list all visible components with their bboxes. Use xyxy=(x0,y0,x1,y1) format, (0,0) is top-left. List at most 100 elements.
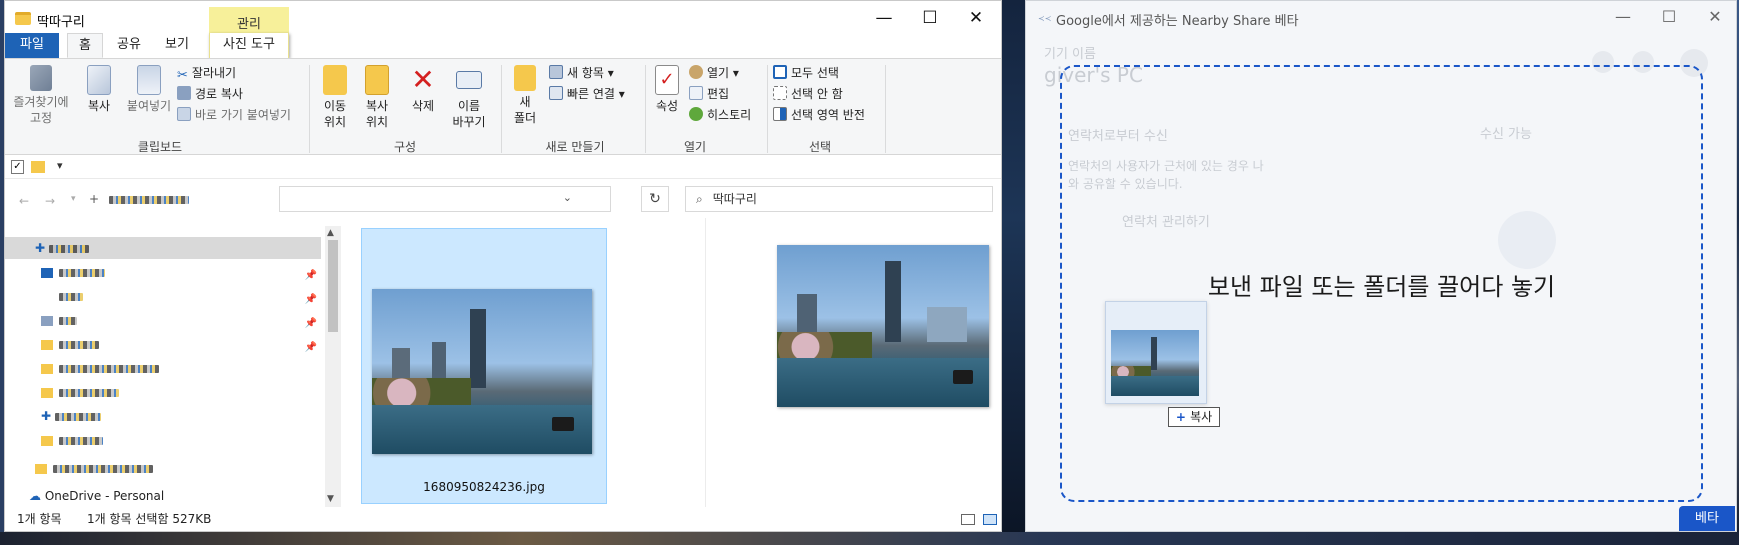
scroll-down-icon[interactable]: ▼ xyxy=(327,494,334,504)
copy-to-button[interactable]: 복사 위치 xyxy=(357,65,397,130)
file-name: 1680950824236.jpg xyxy=(423,480,545,494)
nearby-maximize-button[interactable]: ☐ xyxy=(1646,1,1692,35)
ribbon-separator xyxy=(309,65,310,153)
move-to-icon xyxy=(323,65,347,95)
search-input[interactable]: ⌕ 딱따구리 xyxy=(685,186,993,212)
address-dropdown-icon[interactable]: ⌄ xyxy=(563,191,572,204)
drop-zone[interactable]: 보낸 파일 또는 폴더를 끌어다 놓기 xyxy=(1060,65,1703,502)
nav-item[interactable] xyxy=(5,381,321,403)
open-label: 열기 xyxy=(707,66,730,80)
easy-access-button[interactable]: 빠른 연결 ▾ xyxy=(549,84,625,104)
new-folder-label: 새 폴더 xyxy=(513,95,537,125)
properties-button[interactable]: ✓ 속성 xyxy=(649,65,685,114)
nav-scrollbar[interactable]: ▲ ▼ xyxy=(325,226,341,507)
tab-share[interactable]: 공유 xyxy=(109,33,149,58)
group-label-select: 선택 xyxy=(808,140,832,154)
redacted-label xyxy=(54,412,101,421)
up-icon[interactable]: + xyxy=(89,192,99,206)
nav-item[interactable] xyxy=(5,429,321,451)
skyscraper xyxy=(885,261,901,343)
ribbon-tabs: 파일 홈 공유 보기 사진 도구 ︿ ? xyxy=(5,33,1001,88)
quick-access-toolbar: ✓ ▾ xyxy=(5,157,1001,179)
cut-button[interactable]: ✂ 잘라내기 xyxy=(177,63,236,83)
select-none-icon xyxy=(773,86,787,100)
copy-path-button[interactable]: 경로 복사 xyxy=(177,84,243,104)
refresh-button[interactable]: ↻ xyxy=(641,186,669,212)
easy-access-label: 빠른 연결 xyxy=(567,87,615,101)
plus-icon: + xyxy=(1175,410,1191,424)
tab-file[interactable]: 파일 xyxy=(5,33,59,58)
history-button[interactable]: 히스토리 xyxy=(689,105,751,125)
skyscraper xyxy=(470,308,486,388)
copy-label: 복사 xyxy=(87,99,111,113)
tab-home[interactable]: 홈 xyxy=(67,33,103,58)
nav-item-onedrive[interactable]: ☁ OneDrive - Personal xyxy=(5,485,321,507)
tab-view[interactable]: 보기 xyxy=(157,33,197,58)
minimize-button[interactable]: — xyxy=(861,1,907,37)
nav-item[interactable] xyxy=(5,357,321,379)
nav-item[interactable]: 📌 xyxy=(5,309,321,331)
delete-button[interactable]: ✕ 삭제 xyxy=(405,65,441,114)
redacted-label xyxy=(59,268,105,277)
new-folder-button[interactable]: 새 폴더 xyxy=(507,65,543,126)
edit-label: 편집 xyxy=(707,87,730,101)
scroll-up-icon[interactable]: ▲ xyxy=(327,228,334,238)
folder-icon xyxy=(41,339,53,350)
ribbon-separator xyxy=(767,65,768,153)
move-to-button[interactable]: 이동 위치 xyxy=(315,65,355,130)
nav-item[interactable]: 📌 xyxy=(5,333,321,355)
paste-button[interactable]: 붙여넣기 xyxy=(123,65,175,114)
open-button[interactable]: 열기 ▾ xyxy=(689,63,739,83)
redacted-label xyxy=(59,436,103,445)
nav-item[interactable] xyxy=(5,457,321,479)
customize-toolbar-icon[interactable]: ▾ xyxy=(57,159,63,172)
properties-small-icon[interactable]: ✓ xyxy=(11,160,24,174)
history-label: 히스토리 xyxy=(707,108,752,122)
rename-icon xyxy=(456,71,482,89)
new-item-label: 새 항목 xyxy=(567,66,604,80)
large-icons-view-icon[interactable] xyxy=(983,514,997,525)
select-all-button[interactable]: 모두 선택 xyxy=(773,63,839,83)
edit-icon xyxy=(689,86,703,100)
folder-icon xyxy=(35,463,47,474)
trees xyxy=(777,332,873,362)
details-view-icon[interactable] xyxy=(961,514,975,525)
address-bar[interactable]: ⌄ xyxy=(279,186,611,212)
nav-item-quick-access[interactable]: ✚ xyxy=(5,237,321,259)
new-folder-small-icon[interactable] xyxy=(31,161,45,173)
nav-item[interactable]: 📌 xyxy=(5,285,321,307)
edit-button[interactable]: 편집 xyxy=(689,84,729,104)
recent-locations-icon[interactable]: ▾ xyxy=(71,194,76,204)
nav-item[interactable]: 📌 xyxy=(5,261,321,283)
tab-picture-tools[interactable]: 사진 도구 xyxy=(209,33,289,58)
forward-icon[interactable]: → xyxy=(45,194,55,208)
pin-to-quick-access-button[interactable]: 즐겨찾기에 고정 xyxy=(11,65,71,126)
maximize-button[interactable]: ☐ xyxy=(907,1,953,37)
history-icon xyxy=(689,107,703,121)
select-none-button[interactable]: 선택 안 함 xyxy=(773,84,843,104)
nearby-close-button[interactable]: ✕ xyxy=(1692,1,1736,35)
rename-button[interactable]: 이름 바꾸기 xyxy=(445,65,493,130)
search-placeholder: 딱따구리 xyxy=(712,192,757,206)
file-item[interactable]: 1680950824236.jpg xyxy=(361,228,607,504)
paste-shortcut-button[interactable]: 바로 가기 붙여넣기 xyxy=(177,105,291,125)
scrollbar-thumb[interactable] xyxy=(328,240,338,332)
redacted-label xyxy=(59,364,159,373)
new-item-button[interactable]: 새 항목 ▾ xyxy=(549,63,614,83)
scissors-icon: ✂ xyxy=(177,68,188,83)
nearby-minimize-button[interactable]: — xyxy=(1600,1,1646,35)
delete-label: 삭제 xyxy=(411,99,435,113)
close-button[interactable]: ✕ xyxy=(953,1,999,37)
thumbnail-image xyxy=(372,289,592,454)
ribbon-home: 즐겨찾기에 고정 복사 붙여넣기 ✂ 잘라내기 경로 복사 바로 가기 붙여넣기 … xyxy=(5,58,1001,155)
invert-selection-button[interactable]: 선택 영역 반전 xyxy=(773,105,865,125)
open-app-icon xyxy=(689,65,703,79)
copy-icon xyxy=(87,65,111,95)
folder-icon xyxy=(41,387,53,398)
redacted-label xyxy=(59,340,99,349)
copy-button[interactable]: 복사 xyxy=(77,65,121,114)
group-label-open: 열기 xyxy=(683,140,707,154)
drop-prompt: 보낸 파일 또는 폴더를 끌어다 놓기 xyxy=(1207,273,1556,301)
nav-item[interactable]: ✚ xyxy=(5,405,321,427)
back-icon[interactable]: ← xyxy=(19,194,29,208)
